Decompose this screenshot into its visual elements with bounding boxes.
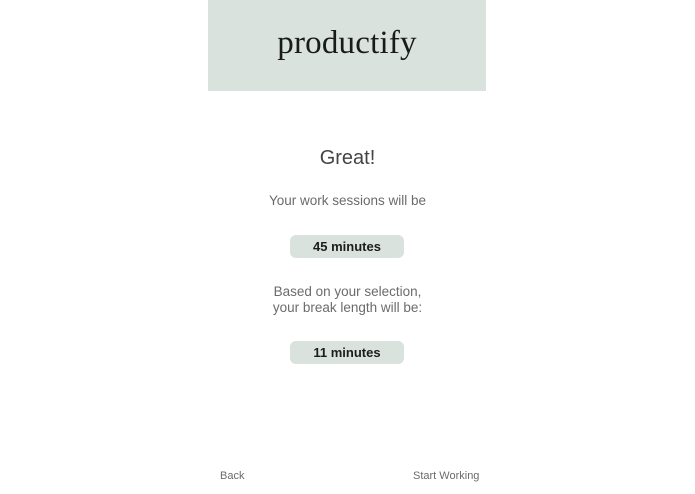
break-length-intro: Based on your selection, your break leng… bbox=[0, 284, 695, 316]
work-session-length-badge: 45 minutes bbox=[290, 235, 404, 258]
work-session-intro: Your work sessions will be bbox=[268, 193, 427, 208]
app-logo: productify bbox=[277, 25, 417, 61]
break-intro-line-2: your break length will be: bbox=[272, 300, 423, 315]
break-length-badge: 11 minutes bbox=[290, 341, 404, 364]
page-title: Great! bbox=[319, 147, 376, 169]
header-banner: productify bbox=[208, 0, 486, 91]
start-working-button[interactable]: Start Working bbox=[413, 470, 479, 482]
page: productify Great! Your work sessions wil… bbox=[0, 0, 695, 494]
break-intro-line-1: Based on your selection, bbox=[273, 284, 422, 299]
back-button[interactable]: Back bbox=[220, 470, 244, 482]
